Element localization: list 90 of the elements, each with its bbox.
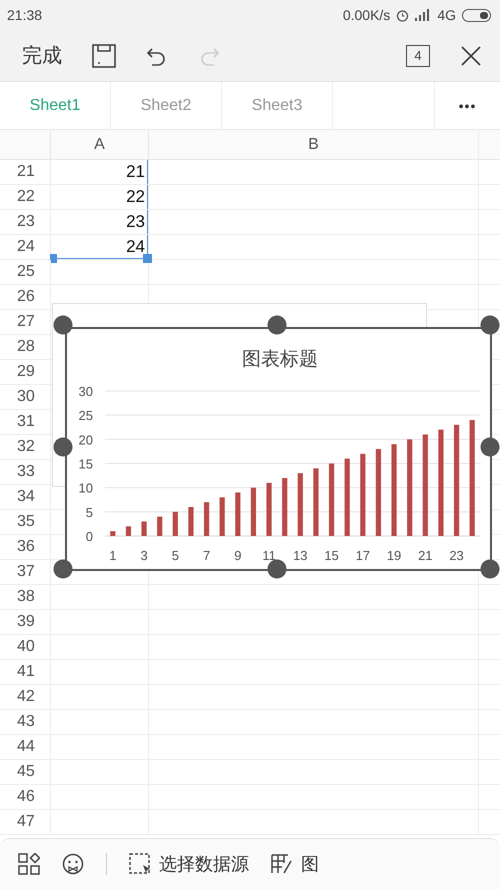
x-tick-label: 17 <box>356 548 370 563</box>
row-number: 34 <box>16 487 36 507</box>
x-tick-label: 9 <box>234 548 242 563</box>
row-number: 46 <box>16 787 36 807</box>
row-number: 42 <box>16 687 36 707</box>
y-tick-label: 20 <box>78 432 93 448</box>
x-tick-label: 23 <box>449 548 464 563</box>
signal-icon <box>415 9 432 21</box>
chart-elements-button[interactable]: 图 <box>271 852 319 876</box>
bar <box>141 522 147 536</box>
row-number: 24 <box>16 237 36 257</box>
resize-handle[interactable] <box>480 438 500 456</box>
row-number: 33 <box>16 462 36 482</box>
close-icon[interactable] <box>460 44 482 66</box>
done-button[interactable]: 完成 <box>22 42 62 69</box>
row-number: 35 <box>16 512 36 532</box>
row-number: 25 <box>16 262 36 282</box>
bar <box>172 512 178 536</box>
column-header[interactable]: B <box>148 130 478 159</box>
chart-frame[interactable]: 图表标题 0 5 10 15 20 25 30 1 3 5 7 9 11 13 15 17 19 21 23 <box>65 327 492 571</box>
row-number: 47 <box>16 812 36 832</box>
row-number: 38 <box>16 587 36 607</box>
bar <box>250 488 256 536</box>
row-number: 36 <box>16 537 36 557</box>
row-number: 41 <box>16 662 36 682</box>
selection-handle[interactable] <box>50 254 57 263</box>
row-number: 32 <box>16 437 36 457</box>
save-icon[interactable] <box>92 44 116 68</box>
bar <box>126 526 132 536</box>
bar <box>110 531 116 536</box>
row-number: 45 <box>16 762 36 782</box>
row-number: 27 <box>16 312 36 332</box>
row-number: 23 <box>16 212 36 232</box>
row-number: 29 <box>16 362 36 382</box>
y-tick-label: 15 <box>78 456 93 472</box>
resize-handle[interactable] <box>480 560 500 578</box>
resize-handle[interactable] <box>267 560 286 578</box>
column-header[interactable]: A <box>50 130 148 159</box>
row-number: 21 <box>16 162 36 182</box>
row-number: 37 <box>16 562 36 582</box>
y-tick-label: 25 <box>78 408 93 424</box>
x-tick-label: 13 <box>293 548 308 563</box>
bar <box>266 482 272 536</box>
bar <box>188 507 194 536</box>
chart-edit-icon <box>271 853 293 875</box>
resize-handle[interactable] <box>54 560 72 578</box>
row-number: 30 <box>16 387 36 407</box>
x-tick-label: 21 <box>418 548 433 563</box>
sheet-count-button[interactable]: 4 <box>406 44 430 66</box>
face-icon[interactable] <box>62 853 84 875</box>
row-number: 28 <box>16 337 36 357</box>
y-tick-label: 0 <box>86 529 93 544</box>
network-speed: 0.00K/s <box>342 7 390 23</box>
selection-handle[interactable] <box>143 254 152 263</box>
bar <box>282 478 288 536</box>
row-number: 26 <box>16 287 36 307</box>
y-tick-label: 10 <box>78 480 93 496</box>
bar <box>204 502 210 536</box>
row-number: 40 <box>16 637 36 657</box>
x-tick-label: 7 <box>202 548 210 563</box>
row-number: 22 <box>16 187 36 207</box>
status-time: 21:38 <box>7 7 42 23</box>
y-tick-label: 30 <box>78 384 93 399</box>
bar <box>298 473 303 536</box>
apps-icon[interactable] <box>18 853 40 875</box>
x-tick-label: 19 <box>386 548 402 563</box>
y-tick-label: 5 <box>86 504 93 520</box>
selection-icon <box>129 853 151 875</box>
bar <box>157 516 162 536</box>
x-tick-label: 3 <box>140 548 148 563</box>
x-tick-label: 5 <box>172 548 179 563</box>
row-number: 31 <box>16 412 36 432</box>
chart-title: 图表标题 <box>242 348 318 370</box>
row-number: 44 <box>16 737 36 757</box>
select-data-button[interactable]: 选择数据源 <box>129 852 249 876</box>
battery-icon <box>462 8 492 22</box>
resize-handle[interactable] <box>480 316 500 334</box>
network-type: 4G <box>437 7 456 23</box>
bar <box>220 497 225 536</box>
alarm-icon <box>396 8 410 22</box>
x-tick-label: 1 <box>109 548 116 563</box>
row-number: 39 <box>16 612 36 632</box>
bar <box>235 492 240 536</box>
x-tick-label: 15 <box>324 548 339 563</box>
table-cell: 22 <box>50 185 148 209</box>
bar <box>313 468 319 536</box>
table-cell: 21 <box>50 160 148 184</box>
table-cell: 23 <box>50 210 148 234</box>
row-number: 43 <box>16 712 36 732</box>
x-tick-label: 11 <box>262 548 276 563</box>
